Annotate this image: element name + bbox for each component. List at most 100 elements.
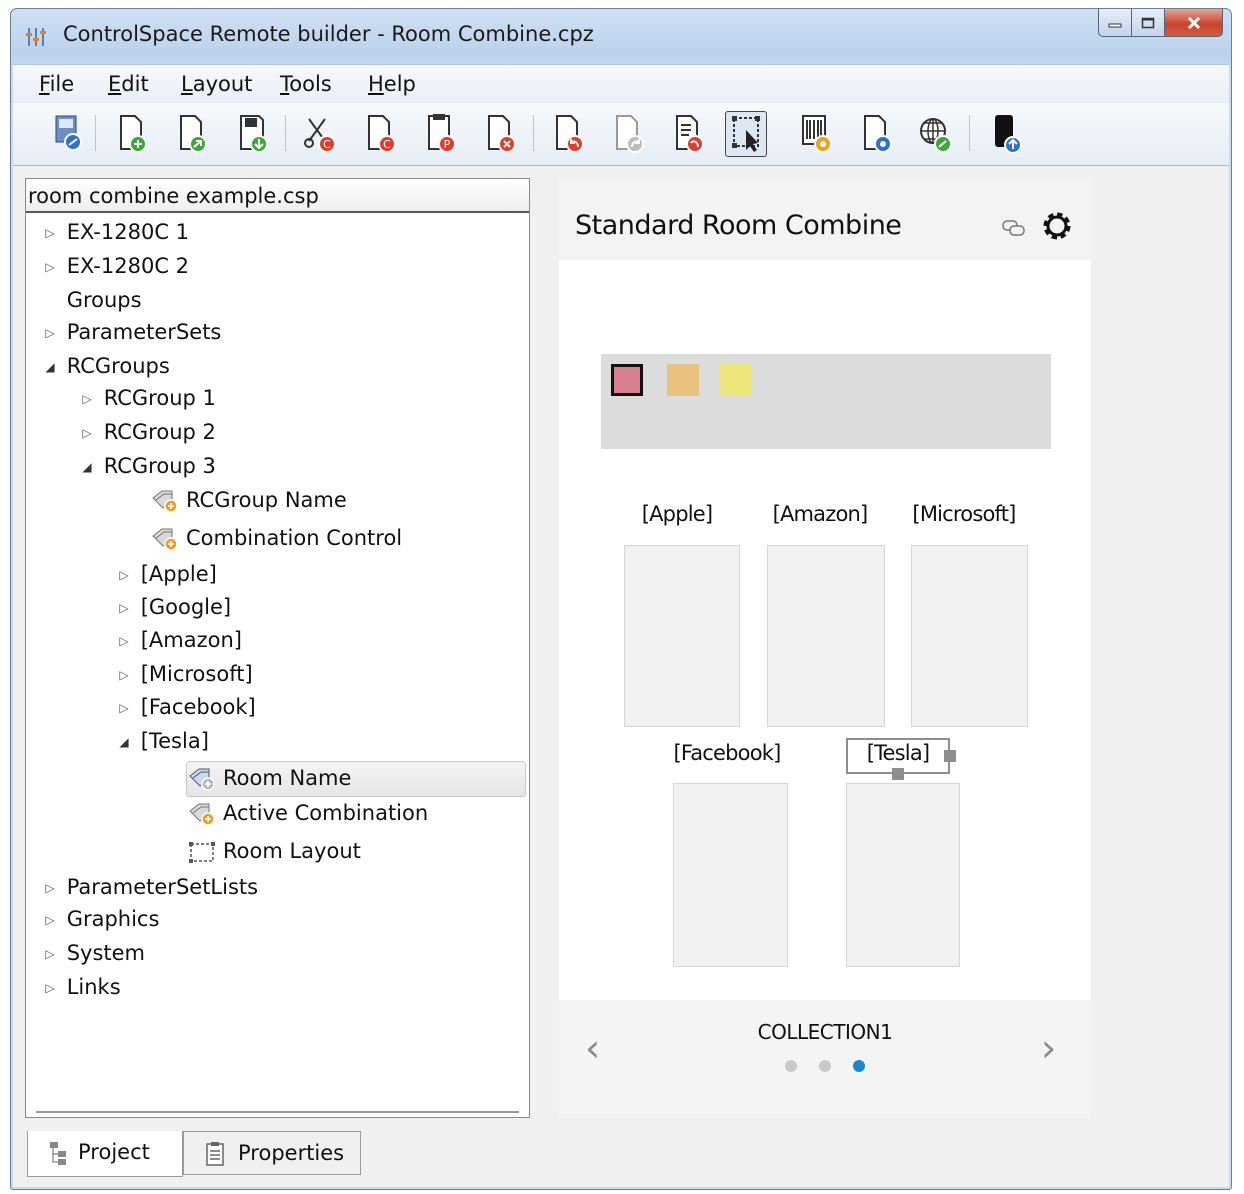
tab-properties[interactable]: Properties <box>183 1131 361 1175</box>
expand-arrow-icon[interactable]: ▷ <box>77 417 97 449</box>
expand-arrow-icon[interactable]: ▷ <box>77 383 97 415</box>
collapse-arrow-icon[interactable]: ◢ <box>114 726 134 758</box>
tree-item-amazon[interactable]: ▷ [Amazon] <box>114 624 242 656</box>
tree-item-tesla[interactable]: ◢ [Tesla] <box>114 725 209 757</box>
page-indicator-dot[interactable] <box>819 1060 831 1072</box>
tree-item-rcgroup-3[interactable]: ◢ RCGroup 3 <box>77 450 216 482</box>
room-box-facebook[interactable] <box>673 783 788 967</box>
layout-mode-button[interactable] <box>725 111 767 157</box>
tag-add-icon <box>189 768 215 791</box>
menu-layout[interactable]: Layout <box>181 72 252 96</box>
barcode-button[interactable] <box>795 111 837 157</box>
new-page-button[interactable] <box>111 111 153 157</box>
expand-arrow-icon[interactable]: ▷ <box>40 872 60 904</box>
tree-item-google[interactable]: ▷ [Google] <box>114 591 231 623</box>
tree-item-graphics[interactable]: ▷ Graphics <box>40 903 159 935</box>
chevron-right-icon[interactable]: › <box>1041 1026 1056 1070</box>
redo-button[interactable] <box>607 111 649 157</box>
cut-button[interactable]: C <box>299 111 341 157</box>
layout-frame-icon <box>189 842 215 863</box>
tree-item-groups[interactable]: Groups <box>40 284 142 316</box>
tree-item-links[interactable]: ▷ Links <box>40 971 120 1004</box>
delete-button[interactable] <box>479 111 521 157</box>
room-color-swatch[interactable] <box>667 364 699 396</box>
tree-item-parametersets[interactable]: ▷ ParameterSets <box>40 316 221 348</box>
menu-file-mnemonic: F <box>39 72 50 96</box>
expand-arrow-icon[interactable]: ▷ <box>40 904 60 936</box>
menu-tools[interactable]: Tools <box>280 72 332 96</box>
tree-item-rcgroup-name[interactable]: RCGroup Name <box>150 484 347 516</box>
window-title: ControlSpace Remote builder - Room Combi… <box>63 22 594 46</box>
tree-item-label: Room Name <box>223 766 352 790</box>
menu-edit[interactable]: Edit <box>108 72 149 96</box>
room-box-microsoft[interactable] <box>911 545 1028 727</box>
menu-edit-label: dit <box>121 72 149 96</box>
history-button[interactable] <box>667 111 709 157</box>
tag-add-icon <box>152 490 178 513</box>
tree-item-label: [Google] <box>140 595 232 619</box>
workspace: room combine example.csp ▷ EX-1280C 1 ▷ … <box>13 166 1229 1187</box>
title-bar: ControlSpace Remote builder - Room Combi… <box>11 9 1231 63</box>
tab-project[interactable]: Project <box>27 1131 183 1177</box>
page-indicator-dot-active[interactable] <box>853 1060 865 1072</box>
tree-item-parametersetlists[interactable]: ▷ ParameterSetLists <box>40 871 258 903</box>
menu-help[interactable]: Help <box>368 72 416 96</box>
page-indicator-dot[interactable] <box>785 1060 797 1072</box>
tree-item-facebook[interactable]: ▷ [Facebook] <box>114 691 255 724</box>
close-button[interactable] <box>1165 9 1223 37</box>
deploy-device-button[interactable] <box>985 111 1027 157</box>
tree-item-system[interactable]: ▷ System <box>40 937 145 969</box>
room-box-tesla[interactable] <box>846 783 960 967</box>
expand-arrow-icon[interactable]: ▷ <box>40 251 60 283</box>
tree-item-ex1280c-1[interactable]: ▷ EX-1280C 1 <box>40 216 189 248</box>
tree-item-active-combination[interactable]: Active Combination <box>187 797 428 829</box>
expand-arrow-icon[interactable]: ▷ <box>114 692 134 724</box>
room-label-tesla[interactable]: [Tesla] <box>848 741 948 765</box>
tree-item-rcgroup-2[interactable]: ▷ RCGroup 2 <box>77 416 216 448</box>
tree-item-room-layout[interactable]: Room Layout <box>187 835 361 867</box>
resize-handle[interactable] <box>892 768 904 780</box>
minimize-button[interactable] <box>1098 9 1132 37</box>
tree-root-file[interactable]: room combine example.csp <box>26 179 529 213</box>
undo-button[interactable] <box>547 111 589 157</box>
tree-item-room-name[interactable]: Room Name <box>186 761 526 797</box>
tree-item-label: ParameterSets <box>66 320 222 344</box>
tree-item-rcgroup-1[interactable]: ▷ RCGroup 1 <box>77 382 216 414</box>
collapse-arrow-icon[interactable]: ◢ <box>40 351 60 383</box>
expand-arrow-icon[interactable]: ▷ <box>40 938 60 970</box>
expand-arrow-icon[interactable]: ▷ <box>114 659 134 691</box>
maximize-button[interactable] <box>1132 9 1165 37</box>
save-page-button[interactable] <box>231 111 273 157</box>
expand-arrow-icon[interactable]: ▷ <box>40 317 60 349</box>
expand-arrow-icon[interactable]: ▷ <box>40 217 60 249</box>
expand-arrow-icon[interactable]: ▷ <box>40 972 60 1004</box>
expand-arrow-icon[interactable]: ▷ <box>114 592 134 624</box>
tree-item-apple[interactable]: ▷ [Apple] <box>114 558 216 591</box>
tree-item-ex1280c-2[interactable]: ▷ EX-1280C 2 <box>40 250 189 282</box>
tree-item-combination-control[interactable]: Combination Control <box>150 522 402 554</box>
page-settings-button[interactable] <box>855 111 897 157</box>
collapse-arrow-icon[interactable]: ◢ <box>77 451 97 483</box>
room-box-amazon[interactable] <box>767 545 885 727</box>
chat-bubbles-icon[interactable] <box>1001 218 1029 238</box>
paste-button[interactable]: P <box>419 111 461 157</box>
gear-icon[interactable] <box>1039 208 1075 244</box>
room-color-swatch[interactable] <box>720 364 752 396</box>
tree-item-microsoft[interactable]: ▷ [Microsoft] <box>114 658 252 691</box>
web-publish-button[interactable] <box>915 111 957 157</box>
horizontal-scrollbar[interactable] <box>36 1111 519 1113</box>
tab-properties-label: Properties <box>238 1141 345 1165</box>
window-controls <box>1098 9 1223 37</box>
room-color-swatch[interactable] <box>611 364 643 396</box>
svg-text:C: C <box>323 138 331 151</box>
copy-button[interactable]: C <box>359 111 401 157</box>
menu-file[interactable]: File <box>39 72 74 96</box>
tree-item-rcgroups[interactable]: ◢ RCGroups <box>40 350 169 383</box>
open-page-button[interactable] <box>171 111 213 157</box>
expand-arrow-icon[interactable]: ▷ <box>114 559 134 591</box>
open-project-button[interactable] <box>47 111 89 157</box>
room-box-apple[interactable] <box>624 545 740 727</box>
tree-item-label: Groups <box>66 288 142 312</box>
expand-arrow-icon[interactable]: ▷ <box>114 625 134 657</box>
resize-handle[interactable] <box>944 750 956 762</box>
